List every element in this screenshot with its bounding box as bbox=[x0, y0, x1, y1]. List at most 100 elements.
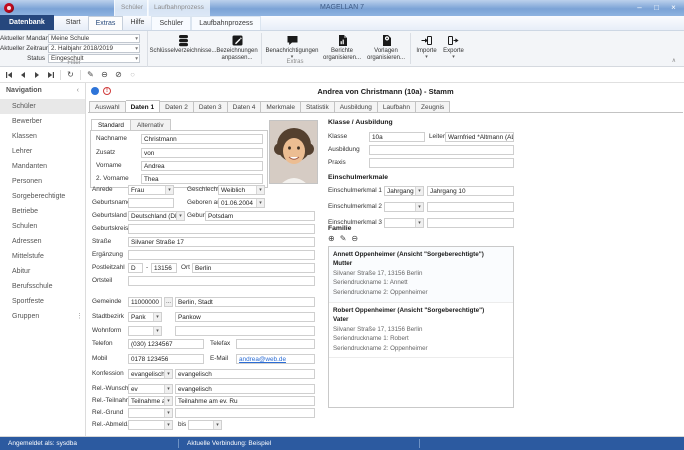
plz-dash: - bbox=[146, 264, 149, 271]
geburtsname-field[interactable] bbox=[128, 198, 174, 208]
first-record-button[interactable] bbox=[4, 70, 13, 79]
sidebar-item-schueler[interactable]: Schüler bbox=[0, 99, 85, 114]
stadtbezirk-name-field[interactable]: Pankow bbox=[175, 312, 315, 322]
gemeinde-code-field[interactable]: 11000000 bbox=[128, 297, 162, 307]
list-item-mutter[interactable]: Annett Oppenheimer (Ansicht "Sorgeberech… bbox=[329, 247, 513, 303]
sidebar-item-sportfeste[interactable]: Sportfeste bbox=[0, 294, 85, 309]
cancel-button[interactable]: ⊘ bbox=[114, 70, 123, 79]
telefax-field[interactable] bbox=[236, 339, 315, 349]
sidebar-item-personen[interactable]: Personen bbox=[0, 174, 85, 189]
remove-icon[interactable]: ⊖ bbox=[351, 234, 358, 243]
list-item-vater[interactable]: Robert Oppenheimer (Ansicht "Sorgeberech… bbox=[329, 303, 513, 359]
sidebar-item-berufsschule[interactable]: Berufsschule bbox=[0, 279, 85, 294]
ausbildung-field[interactable] bbox=[369, 145, 514, 155]
vorname2-field[interactable]: Thea bbox=[141, 174, 263, 184]
collapse-sidebar-icon[interactable]: ‹ bbox=[77, 83, 79, 99]
refresh-button[interactable]: ↻ bbox=[66, 70, 75, 79]
sidebar-item-adressen[interactable]: Adressen bbox=[0, 234, 85, 249]
sidebar-item-lehrer[interactable]: Lehrer bbox=[0, 144, 85, 159]
edit-icon[interactable]: ✎ bbox=[340, 234, 347, 243]
sidebar-item-mittelstufe[interactable]: Mittelstufe bbox=[0, 249, 85, 264]
plz-code-field[interactable]: 13156 bbox=[151, 263, 177, 273]
rel-teilnahme-text-field[interactable]: Teilnahme am ev. Ru bbox=[175, 396, 315, 406]
telefon-label: Telefon bbox=[92, 340, 113, 347]
einschulmerkmal-3-field[interactable] bbox=[427, 218, 514, 228]
zusatz-field[interactable]: von bbox=[141, 148, 263, 158]
rel-wunsch-text-field[interactable]: evangelisch bbox=[175, 384, 315, 394]
stadtbezirk-select[interactable]: Pank ▾ bbox=[128, 312, 162, 322]
rel-wunsch-select[interactable]: ev ▾ bbox=[128, 384, 173, 394]
geboren-am-select[interactable]: 01.06.2004 ▾ bbox=[218, 198, 265, 208]
rel-abmeld-von-select[interactable]: ▾ bbox=[128, 420, 173, 430]
tab-datenbank[interactable]: Datenbank bbox=[0, 15, 54, 30]
filter-mandant-select[interactable]: Meine Schule ▾ bbox=[48, 33, 140, 43]
ergaenzung-field[interactable] bbox=[128, 250, 315, 260]
maximize-button[interactable]: □ bbox=[649, 2, 664, 14]
filter-zeitraum-label: Aktueller Zeitraum bbox=[0, 44, 52, 52]
sidebar-item-mandanten[interactable]: Mandanten bbox=[0, 159, 85, 174]
close-button[interactable]: × bbox=[666, 2, 681, 14]
rel-teilnahme-select[interactable]: Teilnahme am (▾ bbox=[128, 396, 173, 406]
praxis-field[interactable] bbox=[369, 158, 514, 168]
einschulmerkmal-1-select[interactable]: Jahrgang 10 (▾ bbox=[384, 186, 424, 196]
geschlecht-select[interactable]: Weiblich ▾ bbox=[218, 185, 265, 195]
next-record-button[interactable] bbox=[32, 70, 41, 79]
geburtskreis-field[interactable] bbox=[128, 224, 315, 234]
vorname-field[interactable]: Andrea bbox=[141, 161, 263, 171]
klasse-field[interactable]: 10a bbox=[369, 132, 425, 142]
tab-start[interactable]: Start bbox=[59, 16, 88, 30]
sidebar-item-sorgeberechtigte[interactable]: Sorgeberechtigte bbox=[0, 189, 85, 204]
rel-abmeld-bis-select[interactable]: ▾ bbox=[188, 420, 222, 430]
sidebar-item-klassen[interactable]: Klassen bbox=[0, 129, 85, 144]
mobil-field[interactable]: 0178 123456 bbox=[128, 354, 204, 364]
sidebar-item-betriebe[interactable]: Betriebe bbox=[0, 204, 85, 219]
remove-record-button[interactable]: ⊖ bbox=[100, 70, 109, 79]
previous-record-button[interactable] bbox=[18, 70, 27, 79]
plz-country-field[interactable]: D bbox=[128, 263, 143, 273]
ortsteil-field[interactable] bbox=[128, 276, 315, 286]
einschulmerkmal-1-field[interactable]: Jahrgang 10 bbox=[427, 186, 514, 196]
filter-zeitraum-select[interactable]: 2. Halbjahr 2018/2019 ▾ bbox=[48, 43, 140, 53]
geburtsland-select[interactable]: Deutschland (DE) ▾ bbox=[128, 211, 185, 221]
tab-schueler[interactable]: Schüler bbox=[151, 16, 192, 30]
email-field[interactable]: andrea@web.de bbox=[236, 354, 315, 364]
konfession-text-field[interactable]: evangelisch bbox=[175, 369, 315, 379]
konfession-select[interactable]: evangelisch (e ▾ bbox=[128, 369, 173, 379]
wohnform-select[interactable]: ▾ bbox=[128, 326, 162, 336]
tab-hilfe[interactable]: Hilfe bbox=[123, 16, 151, 30]
add-icon[interactable]: ⊕ bbox=[328, 234, 335, 243]
leiter-field[interactable]: Warnfried *Altmann (ALTM) bbox=[445, 132, 514, 142]
status-bar: Angemeldet als: sysdba Aktuelle Verbindu… bbox=[0, 437, 684, 450]
minimize-button[interactable]: – bbox=[632, 2, 647, 14]
rel-grund-text-field[interactable] bbox=[175, 408, 315, 418]
rel-grund-select[interactable]: ▾ bbox=[128, 408, 173, 418]
einschulmerkmal-2-select[interactable]: ▾ bbox=[384, 202, 424, 212]
einschulmerkmal-3-select[interactable]: ▾ bbox=[384, 218, 424, 228]
exporte-button[interactable]: Exporte ▾ bbox=[440, 31, 467, 67]
telefon-field[interactable]: (030) 1234567 bbox=[128, 339, 204, 349]
einschulmerkmal-2-field[interactable] bbox=[427, 202, 514, 212]
nachname-field[interactable]: Christmann bbox=[141, 134, 263, 144]
last-record-button[interactable] bbox=[46, 70, 55, 79]
collapse-ribbon-icon[interactable]: ∧ bbox=[672, 57, 676, 64]
tab-extras[interactable]: Extras bbox=[87, 16, 124, 30]
vorlagen-organisieren-button[interactable]: Vorlagen organisieren... bbox=[364, 31, 408, 67]
sidebar-item-gruppen[interactable]: Gruppen ⋮ bbox=[0, 309, 85, 324]
ort-field[interactable]: Berlin bbox=[192, 263, 315, 273]
sidebar-item-abitur[interactable]: Abitur bbox=[0, 264, 85, 279]
sidebar-item-bewerber[interactable]: Bewerber bbox=[0, 114, 85, 129]
geburtsort-field[interactable]: Potsdam bbox=[205, 211, 315, 221]
browse-button[interactable]: ... bbox=[164, 297, 173, 307]
gemeinde-name-field[interactable]: Berlin, Stadt bbox=[175, 297, 315, 307]
anrede-select[interactable]: Frau ▾ bbox=[128, 185, 174, 195]
edit-record-button[interactable]: ✎ bbox=[86, 70, 95, 79]
wohnform-name-field[interactable] bbox=[175, 326, 315, 336]
importe-button[interactable]: Importe ▾ bbox=[413, 31, 440, 67]
drag-handle-icon[interactable]: ⋮ bbox=[76, 309, 85, 324]
tab-laufbahnprozess[interactable]: Laufbahnprozess bbox=[191, 16, 261, 30]
sidebar-item-schulen[interactable]: Schulen bbox=[0, 219, 85, 234]
familie-list: Annett Oppenheimer (Ansicht "Sorgeberech… bbox=[328, 246, 514, 408]
schluesselverzeichnisse-button[interactable]: Schlüsselverzeichnisse... bbox=[149, 31, 217, 67]
anrede-value: Frau bbox=[131, 186, 145, 194]
strasse-field[interactable]: Silvaner Straße 17 bbox=[128, 237, 315, 247]
